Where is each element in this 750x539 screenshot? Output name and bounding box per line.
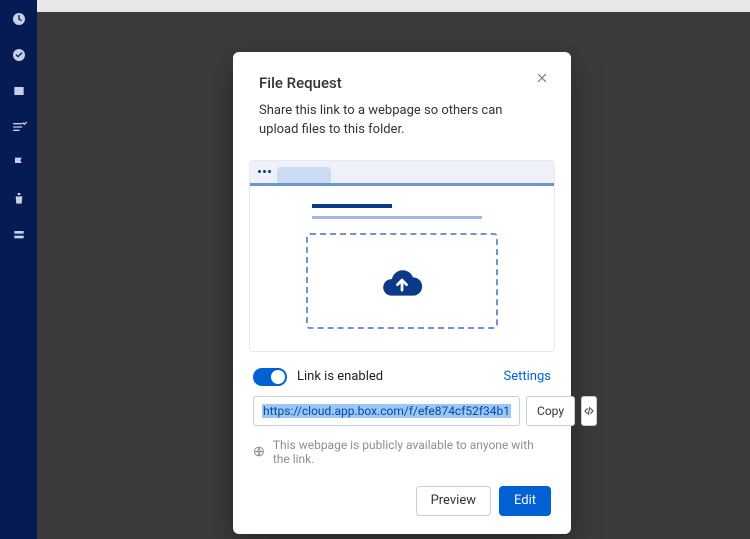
- public-note-row: This webpage is publicly available to an…: [233, 426, 571, 466]
- clock-icon[interactable]: [10, 10, 28, 28]
- globe-icon: [253, 445, 265, 458]
- browser-body: [250, 186, 554, 351]
- file-request-modal: File Request Share this link to a webpag…: [233, 52, 571, 534]
- modal-title: File Request: [259, 74, 545, 92]
- modal-footer: Preview Edit: [233, 466, 571, 516]
- placeholder-line-heading: [312, 204, 392, 208]
- embed-button[interactable]: [581, 396, 597, 426]
- placeholder-lines: [312, 204, 492, 219]
- close-button[interactable]: [535, 70, 553, 88]
- flag-icon[interactable]: [10, 154, 28, 172]
- browser-tabstrip: [250, 161, 554, 183]
- code-icon: [582, 404, 596, 418]
- browser-tab: [277, 167, 331, 183]
- preview-button[interactable]: Preview: [416, 486, 491, 516]
- modal-subtitle: Share this link to a webpage so others c…: [259, 102, 545, 140]
- share-url-value: https://cloud.app.box.com/f/efe874cf52f3…: [262, 404, 511, 418]
- illustration: [233, 160, 571, 352]
- app-root: File Request Share this link to a webpag…: [0, 0, 750, 539]
- url-row: https://cloud.app.box.com/f/efe874cf52f3…: [233, 396, 571, 426]
- edit-button[interactable]: Edit: [499, 486, 551, 516]
- layers-icon[interactable]: [10, 226, 28, 244]
- placeholder-line-sub: [312, 216, 482, 219]
- cloud-upload-icon: [380, 263, 424, 299]
- share-url-input[interactable]: https://cloud.app.box.com/f/efe874cf52f3…: [253, 396, 520, 426]
- link-enable-left: Link is enabled: [253, 368, 383, 386]
- close-icon: [535, 71, 549, 85]
- link-enable-row: Link is enabled Settings: [233, 352, 571, 396]
- browser-mock: [249, 160, 555, 352]
- public-note-text: This webpage is publicly available to an…: [273, 438, 551, 466]
- settings-link[interactable]: Settings: [504, 369, 551, 384]
- modal-overlay: File Request Share this link to a webpag…: [37, 0, 750, 539]
- checklist-icon[interactable]: [10, 118, 28, 136]
- modal-header: File Request Share this link to a webpag…: [233, 52, 571, 150]
- book-icon[interactable]: [10, 82, 28, 100]
- left-sidebar: [0, 0, 37, 539]
- link-enabled-toggle[interactable]: [253, 368, 287, 386]
- link-enabled-label: Link is enabled: [297, 369, 383, 384]
- copy-button[interactable]: Copy: [526, 396, 575, 426]
- ellipsis-icon: [256, 170, 273, 173]
- upload-dropzone: [306, 233, 498, 329]
- trash-icon[interactable]: [10, 190, 28, 208]
- main-area: File Request Share this link to a webpag…: [37, 0, 750, 539]
- check-circle-icon[interactable]: [10, 46, 28, 64]
